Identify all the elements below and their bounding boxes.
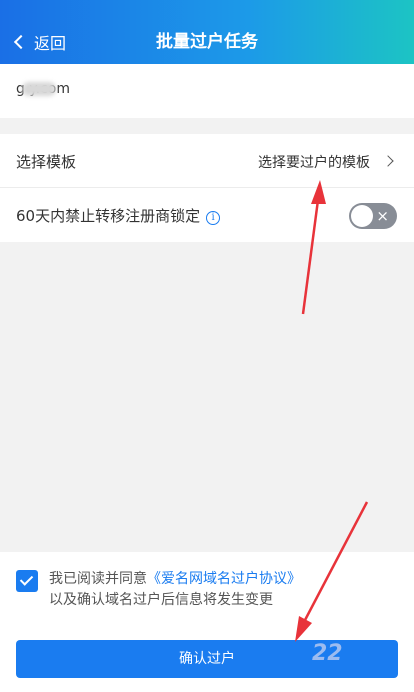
info-icon[interactable]: i: [206, 211, 221, 225]
agreement-line2: 以及确认域名过户后信息将发生变更: [49, 592, 273, 608]
agreement-prefix: 我已阅读并同意: [49, 571, 147, 587]
agreement-checkbox[interactable]: [16, 570, 38, 592]
select-template-value: 选择要过户的模板: [258, 155, 370, 171]
agreement-text: 我已阅读并同意《爱名网域名过户协议》 以及确认域名过户后信息将发生变更: [49, 569, 301, 611]
confirm-transfer-button[interactable]: 确认过户: [16, 640, 398, 678]
chevron-right-icon: [382, 155, 394, 167]
registrar-lock-row: 60天内禁止转移注册商锁定 i ×: [0, 188, 414, 242]
registrar-lock-text: 60天内禁止转移注册商锁定: [16, 207, 201, 225]
close-icon: ×: [376, 207, 389, 225]
redaction-blur: [22, 82, 56, 96]
domain-row: g y.com: [0, 64, 414, 118]
select-template-row[interactable]: 选择模板 选择要过户的模板: [0, 134, 414, 188]
registrar-lock-toggle[interactable]: ×: [349, 203, 397, 229]
agreement-link[interactable]: 《爱名网域名过户协议》: [147, 571, 301, 587]
page-title: 批量过户任务: [156, 32, 258, 52]
top-nav-bar: 返回 批量过户任务: [0, 0, 414, 64]
toggle-knob: [351, 205, 373, 227]
check-icon: [19, 572, 34, 586]
select-template-label: 选择模板: [16, 153, 77, 171]
registrar-lock-label: 60天内禁止转移注册商锁定 i: [16, 205, 221, 226]
